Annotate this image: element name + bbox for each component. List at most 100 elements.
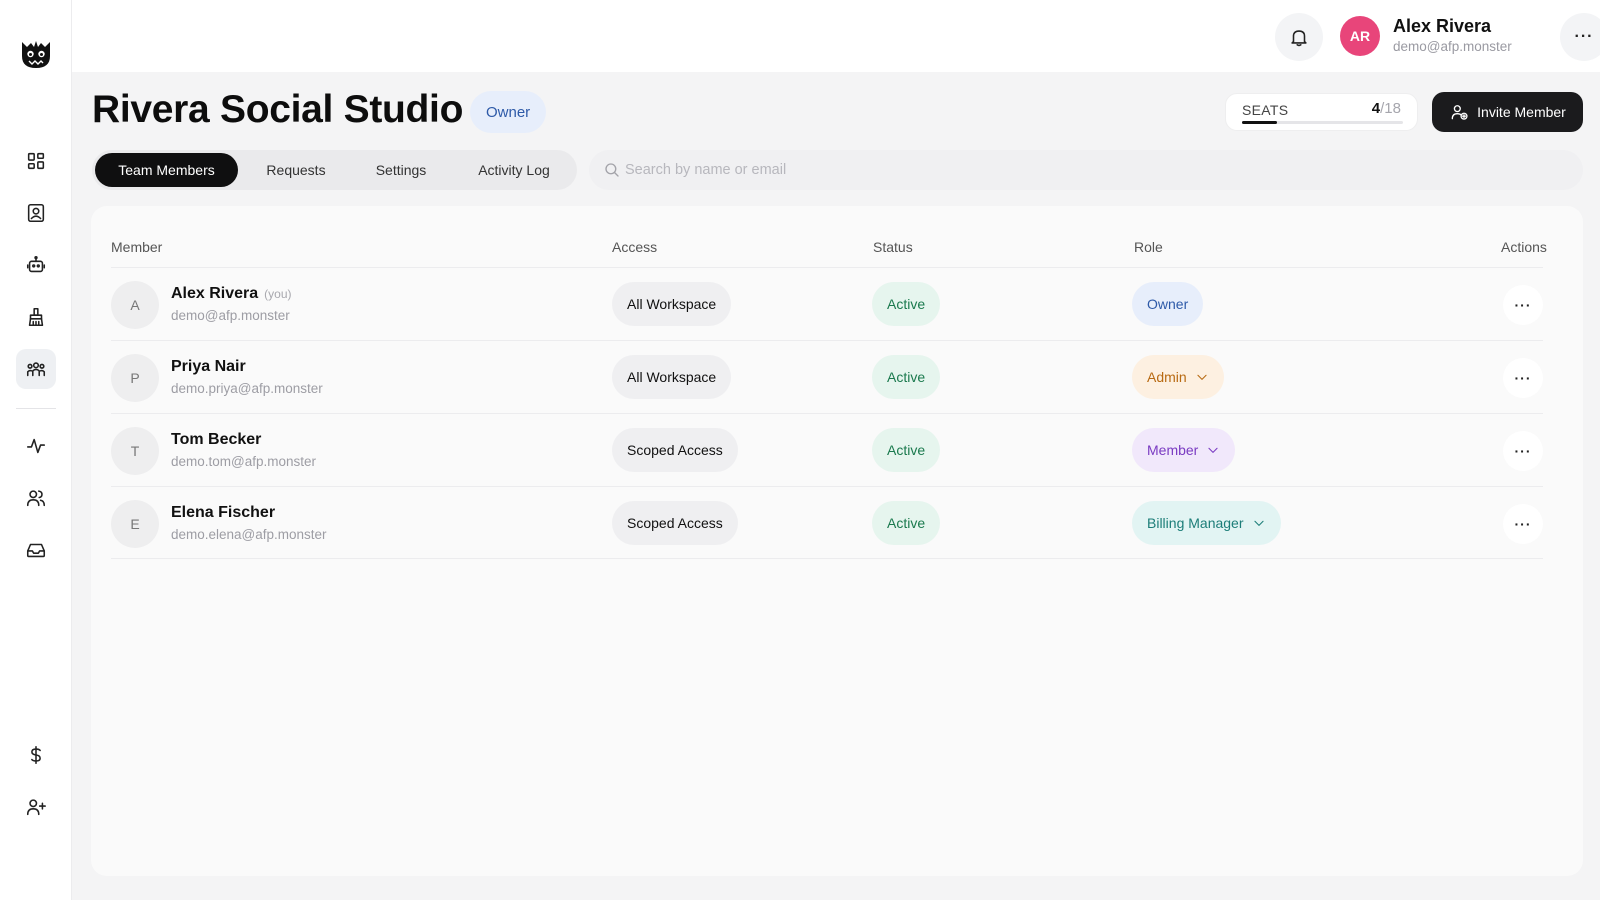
invite-member-label: Invite Member	[1477, 104, 1566, 120]
sidebar-item-dashboard[interactable]	[16, 141, 56, 181]
seats-indicator: SEATS 4/18	[1225, 93, 1418, 131]
contact-card-icon	[27, 203, 45, 223]
seats-label: SEATS	[1242, 102, 1289, 118]
status-badge: Active	[872, 501, 941, 545]
team-group-icon	[26, 362, 46, 377]
search-icon	[605, 163, 619, 177]
sidebar-item-billing[interactable]	[16, 735, 56, 775]
search-input[interactable]	[625, 150, 1565, 190]
member-avatar: E	[111, 500, 159, 548]
role-label: Billing Manager	[1147, 515, 1244, 531]
chevron-down-icon	[1197, 374, 1207, 380]
chevron-down-icon	[1253, 520, 1264, 526]
sidebar-item-contacts[interactable]	[16, 193, 56, 233]
top-bar: AR Alex Rivera demo@afp.monster ···	[72, 0, 1600, 72]
row-actions-button[interactable]: ···	[1503, 358, 1543, 398]
chevron-down-icon	[1208, 447, 1218, 453]
search-bar	[589, 150, 1583, 190]
table-row: A Alex Rivera (you) demo@afp.monster All …	[111, 267, 1543, 340]
table-row: E Elena Fischer demo.elena@afp.monster S…	[111, 486, 1543, 559]
column-header-status: Status	[873, 239, 913, 255]
member-name-text: Tom Becker	[171, 431, 262, 448]
role-label: Owner	[1147, 296, 1189, 312]
access-badge: Scoped Access	[612, 501, 738, 545]
column-header-actions: Actions	[1501, 239, 1547, 255]
member-name: Alex Rivera (you)	[171, 285, 292, 303]
role-dropdown[interactable]: Member	[1132, 428, 1236, 472]
sidebar-item-inbox[interactable]	[16, 530, 56, 570]
add-user-icon	[26, 799, 46, 816]
bell-icon	[1291, 30, 1307, 47]
monster-logo-icon[interactable]	[17, 34, 55, 72]
tab-requests[interactable]: Requests	[243, 153, 349, 187]
more-options-icon[interactable]: ···	[1560, 13, 1600, 61]
member-name-text: Elena Fischer	[171, 504, 276, 521]
user-avatar[interactable]: AR	[1340, 16, 1380, 56]
notifications-button[interactable]	[1275, 13, 1323, 61]
row-actions-button[interactable]: ···	[1503, 504, 1543, 544]
user-email: demo@afp.monster	[1393, 39, 1512, 54]
tab-team-members[interactable]: Team Members	[95, 153, 238, 187]
column-header-member: Member	[111, 239, 163, 255]
member-email: demo.elena@afp.monster	[171, 527, 327, 542]
access-badge: All Workspace	[612, 355, 732, 399]
seats-progress-track	[1242, 121, 1403, 124]
users-icon	[26, 490, 46, 507]
member-avatar: P	[111, 354, 159, 402]
status-badge: Active	[872, 355, 941, 399]
add-user-icon	[1451, 105, 1468, 120]
role-dropdown[interactable]: Admin	[1132, 355, 1224, 399]
member-avatar: A	[111, 281, 159, 329]
sidebar	[0, 0, 72, 900]
tab-settings[interactable]: Settings	[352, 153, 450, 187]
member-email: demo.priya@afp.monster	[171, 381, 323, 396]
invite-member-button[interactable]: Invite Member	[1432, 92, 1583, 132]
table-row: P Priya Nair demo.priya@afp.monster All …	[111, 340, 1543, 413]
role-label: Admin	[1147, 369, 1187, 385]
sidebar-item-users[interactable]	[16, 478, 56, 518]
robot-icon	[26, 255, 46, 273]
table-row: T Tom Becker demo.tom@afp.monster Scoped…	[111, 413, 1543, 486]
row-actions-button[interactable]: ···	[1503, 285, 1543, 325]
sidebar-item-cleanup[interactable]	[16, 297, 56, 337]
member-name: Priya Nair	[171, 358, 246, 376]
user-name: Alex Rivera	[1393, 16, 1492, 36]
sidebar-item-bots[interactable]	[16, 245, 56, 285]
row-actions-button[interactable]: ···	[1503, 431, 1543, 471]
sidebar-item-invite[interactable]	[16, 787, 56, 827]
member-name: Tom Becker	[171, 431, 261, 449]
access-badge: All Workspace	[612, 282, 732, 326]
seats-progress-fill	[1242, 121, 1278, 124]
member-name-text: Alex Rivera	[171, 285, 259, 302]
tab-bar: Team Members Requests Settings Activity …	[92, 150, 577, 190]
member-name: Elena Fischer	[171, 504, 275, 522]
activity-pulse-icon	[26, 438, 46, 454]
access-badge: Scoped Access	[612, 428, 738, 472]
role-badge: Owner	[1132, 282, 1204, 326]
role-label: Member	[1147, 442, 1199, 458]
role-dropdown[interactable]: Billing Manager	[1132, 501, 1281, 545]
sidebar-item-activity[interactable]	[16, 426, 56, 466]
member-email: demo@afp.monster	[171, 308, 290, 323]
column-header-access: Access	[612, 239, 658, 255]
sidebar-divider	[16, 408, 56, 409]
you-tag: (you)	[264, 287, 292, 301]
column-header-role: Role	[1134, 239, 1163, 255]
seats-used: 4	[1371, 100, 1381, 117]
dashboard-grid-icon	[27, 152, 45, 170]
member-avatar: T	[111, 427, 159, 475]
sidebar-item-team[interactable]	[16, 349, 56, 389]
inbox-tray-icon	[26, 543, 46, 558]
dollar-icon	[31, 745, 41, 765]
seats-total: /18	[1380, 100, 1401, 117]
member-name-text: Priya Nair	[171, 358, 246, 375]
page-title: Rivera Social Studio	[92, 88, 464, 131]
status-badge: Active	[872, 428, 941, 472]
seats-count: 4/18	[1372, 100, 1401, 117]
cleaning-brush-icon	[28, 307, 44, 327]
status-badge: Active	[872, 282, 941, 326]
workspace-role-badge: Owner	[470, 91, 547, 133]
tab-activity-log[interactable]: Activity Log	[454, 153, 574, 187]
members-table-card: Member Access Status Role Actions A Alex…	[91, 206, 1583, 876]
member-email: demo.tom@afp.monster	[171, 454, 317, 469]
